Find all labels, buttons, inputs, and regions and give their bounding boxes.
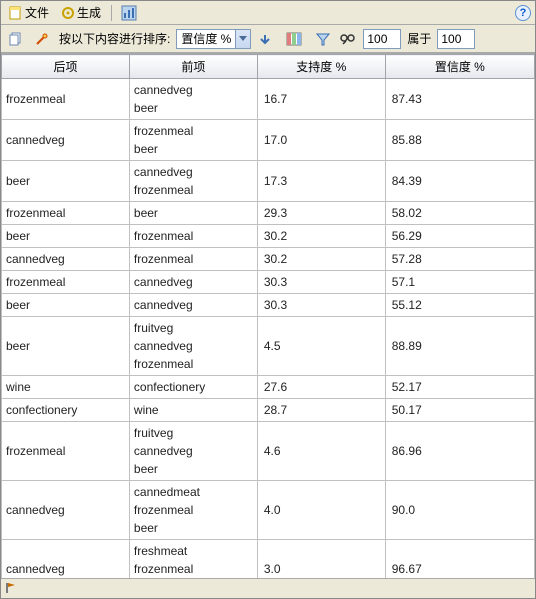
status-bar <box>1 578 535 596</box>
columns-button[interactable] <box>283 29 305 49</box>
table-row[interactable]: cannedvegfrozenmeal beer17.085.88 <box>2 120 535 161</box>
menu-generate[interactable]: 生成 <box>57 3 105 22</box>
table-row[interactable]: frozenmealcannedveg30.357.1 <box>2 271 535 294</box>
help-icon[interactable]: ? <box>515 5 531 21</box>
copy-button[interactable] <box>5 29 27 49</box>
menu-file[interactable]: 文件 <box>5 3 53 22</box>
limit-input-1[interactable] <box>363 29 401 49</box>
chevron-down-icon <box>235 30 250 48</box>
sort-combo[interactable]: 置信度 % <box>176 29 251 49</box>
table-row[interactable]: beerfruitveg cannedveg frozenmeal4.588.8… <box>2 317 535 376</box>
table-row[interactable]: frozenmealcannedveg beer16.787.43 <box>2 79 535 120</box>
col-header-1[interactable]: 前项 <box>129 55 257 79</box>
col-header-2[interactable]: 支持度 % <box>257 55 385 79</box>
table-row[interactable]: beercannedveg30.355.12 <box>2 294 535 317</box>
table-row[interactable]: frozenmealfruitveg cannedveg beer4.686.9… <box>2 422 535 481</box>
sort-down-button[interactable] <box>255 29 275 49</box>
table-row[interactable]: cannedvegcannedmeat frozenmeal beer4.090… <box>2 481 535 540</box>
table-row[interactable]: wineconfectionery27.652.17 <box>2 376 535 399</box>
chart-button[interactable] <box>118 3 140 23</box>
belong-label: 属于 <box>405 30 433 47</box>
table-body: frozenmealcannedveg beer16.787.43cannedv… <box>2 79 535 579</box>
menu-file-label: 文件 <box>25 4 49 21</box>
table-row[interactable]: frozenmealbeer29.358.02 <box>2 202 535 225</box>
table-row[interactable]: cannedvegfreshmeat frozenmeal beer3.096.… <box>2 540 535 579</box>
file-icon <box>9 6 23 20</box>
table-row[interactable]: cannedvegfrozenmeal30.257.28 <box>2 248 535 271</box>
menu-generate-label: 生成 <box>77 4 101 21</box>
find-button[interactable] <box>337 29 359 49</box>
table-row[interactable]: beercannedveg frozenmeal17.384.39 <box>2 161 535 202</box>
table-row[interactable]: beerfrozenmeal30.256.29 <box>2 225 535 248</box>
gear-icon <box>61 6 75 20</box>
flag-icon <box>5 582 17 594</box>
sort-label: 按以下内容进行排序: <box>57 30 172 47</box>
col-header-0[interactable]: 后项 <box>2 55 130 79</box>
toolbar: 按以下内容进行排序: 置信度 % 属于 <box>1 25 535 53</box>
filter-button[interactable] <box>313 29 333 49</box>
menubar: 文件 生成 ? <box>1 1 535 25</box>
sort-combo-value: 置信度 % <box>177 30 235 47</box>
table-scroll[interactable]: 后项前项支持度 %置信度 % frozenmealcannedveg beer1… <box>1 53 535 578</box>
table-header-row: 后项前项支持度 %置信度 % <box>2 55 535 79</box>
col-header-3[interactable]: 置信度 % <box>385 55 534 79</box>
menu-separator <box>111 5 112 21</box>
limit-input-2[interactable] <box>437 29 475 49</box>
results-table: 后项前项支持度 %置信度 % frozenmealcannedveg beer1… <box>1 54 535 578</box>
table-row[interactable]: confectionerywine28.750.17 <box>2 399 535 422</box>
wand-button[interactable] <box>31 29 53 49</box>
